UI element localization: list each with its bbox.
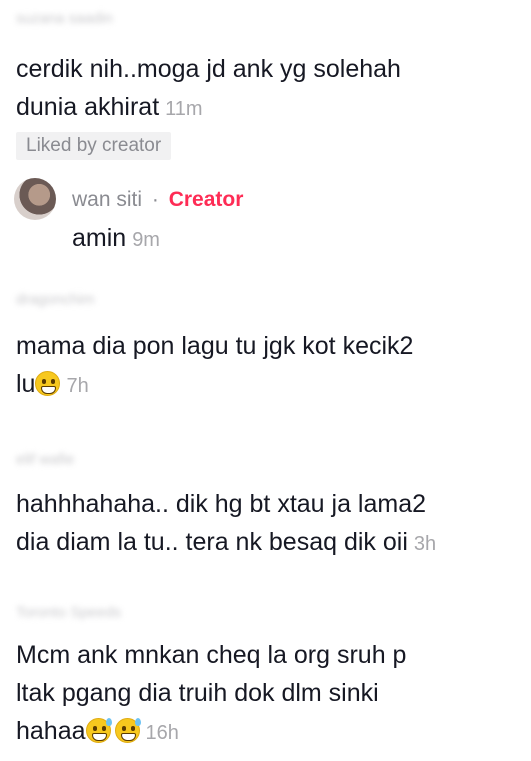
reply-time: 9m — [132, 229, 160, 251]
comment-username[interactable]: Toronto Speeds — [16, 604, 121, 621]
liked-by-creator-badge: Liked by creator — [16, 132, 172, 160]
comment-time: 7h — [66, 375, 89, 397]
avatar[interactable] — [14, 178, 56, 220]
separator-dot: · — [151, 188, 159, 211]
comment-text-line: lu 7h — [16, 365, 523, 405]
comment-text-line: cerdik nih..moga jd ank yg solehah — [16, 55, 401, 83]
comment-username[interactable]: elif wafie — [16, 451, 74, 468]
grinning-face-with-sweat-emoji-icon — [114, 718, 141, 743]
reply-text-content: amin — [72, 224, 127, 252]
grinning-face-emoji-icon — [35, 371, 61, 396]
reply-header: wan siti · Creator — [72, 188, 243, 212]
reply-text: amin 9m — [72, 224, 160, 253]
comment-text-segment: lu — [16, 370, 36, 398]
comment-username[interactable]: dragonchim — [16, 291, 94, 308]
comment-text-line: dunia akhirat 11m — [16, 88, 523, 128]
comment-time: 3h — [413, 533, 437, 555]
comment-username[interactable]: suzana saadin — [16, 10, 113, 27]
comment-text: hahhhahaha.. dik hg bt xtau ja lama2 dia… — [16, 485, 523, 563]
comment-text-segment: hahaa — [16, 717, 86, 745]
creator-badge: Creator — [168, 188, 244, 211]
comment-text-line: dia diam la tu.. tera nk besaq dik oii 3h — [16, 523, 523, 563]
comment-time: 16h — [145, 722, 179, 744]
grinning-face-with-sweat-emoji-icon — [85, 718, 112, 743]
comment-text-line: hahhhahaha.. dik hg bt xtau ja lama2 — [16, 490, 427, 518]
comment-time: 11m — [165, 98, 203, 120]
comment-text: Mcm ank mnkan cheq la org sruh p ltak pg… — [16, 636, 523, 752]
comment-text: cerdik nih..moga jd ank yg solehah dunia… — [16, 50, 523, 128]
comment-text-line: ltak pgang dia truih dok dlm sinki — [16, 679, 379, 707]
comment-text-line: mama dia pon lagu tu jgk kot kecik2 — [16, 332, 414, 360]
reply-username[interactable]: wan siti — [72, 188, 142, 211]
comment-text-segment: dunia akhirat — [16, 93, 160, 121]
comment-text-line: Mcm ank mnkan cheq la org sruh p — [16, 641, 407, 669]
comment-text-line: hahaa 16h — [16, 712, 523, 752]
comment-text: mama dia pon lagu tu jgk kot kecik2 lu 7h — [16, 327, 523, 405]
comment-text-segment: dia diam la tu.. tera nk besaq dik oii — [16, 528, 408, 556]
